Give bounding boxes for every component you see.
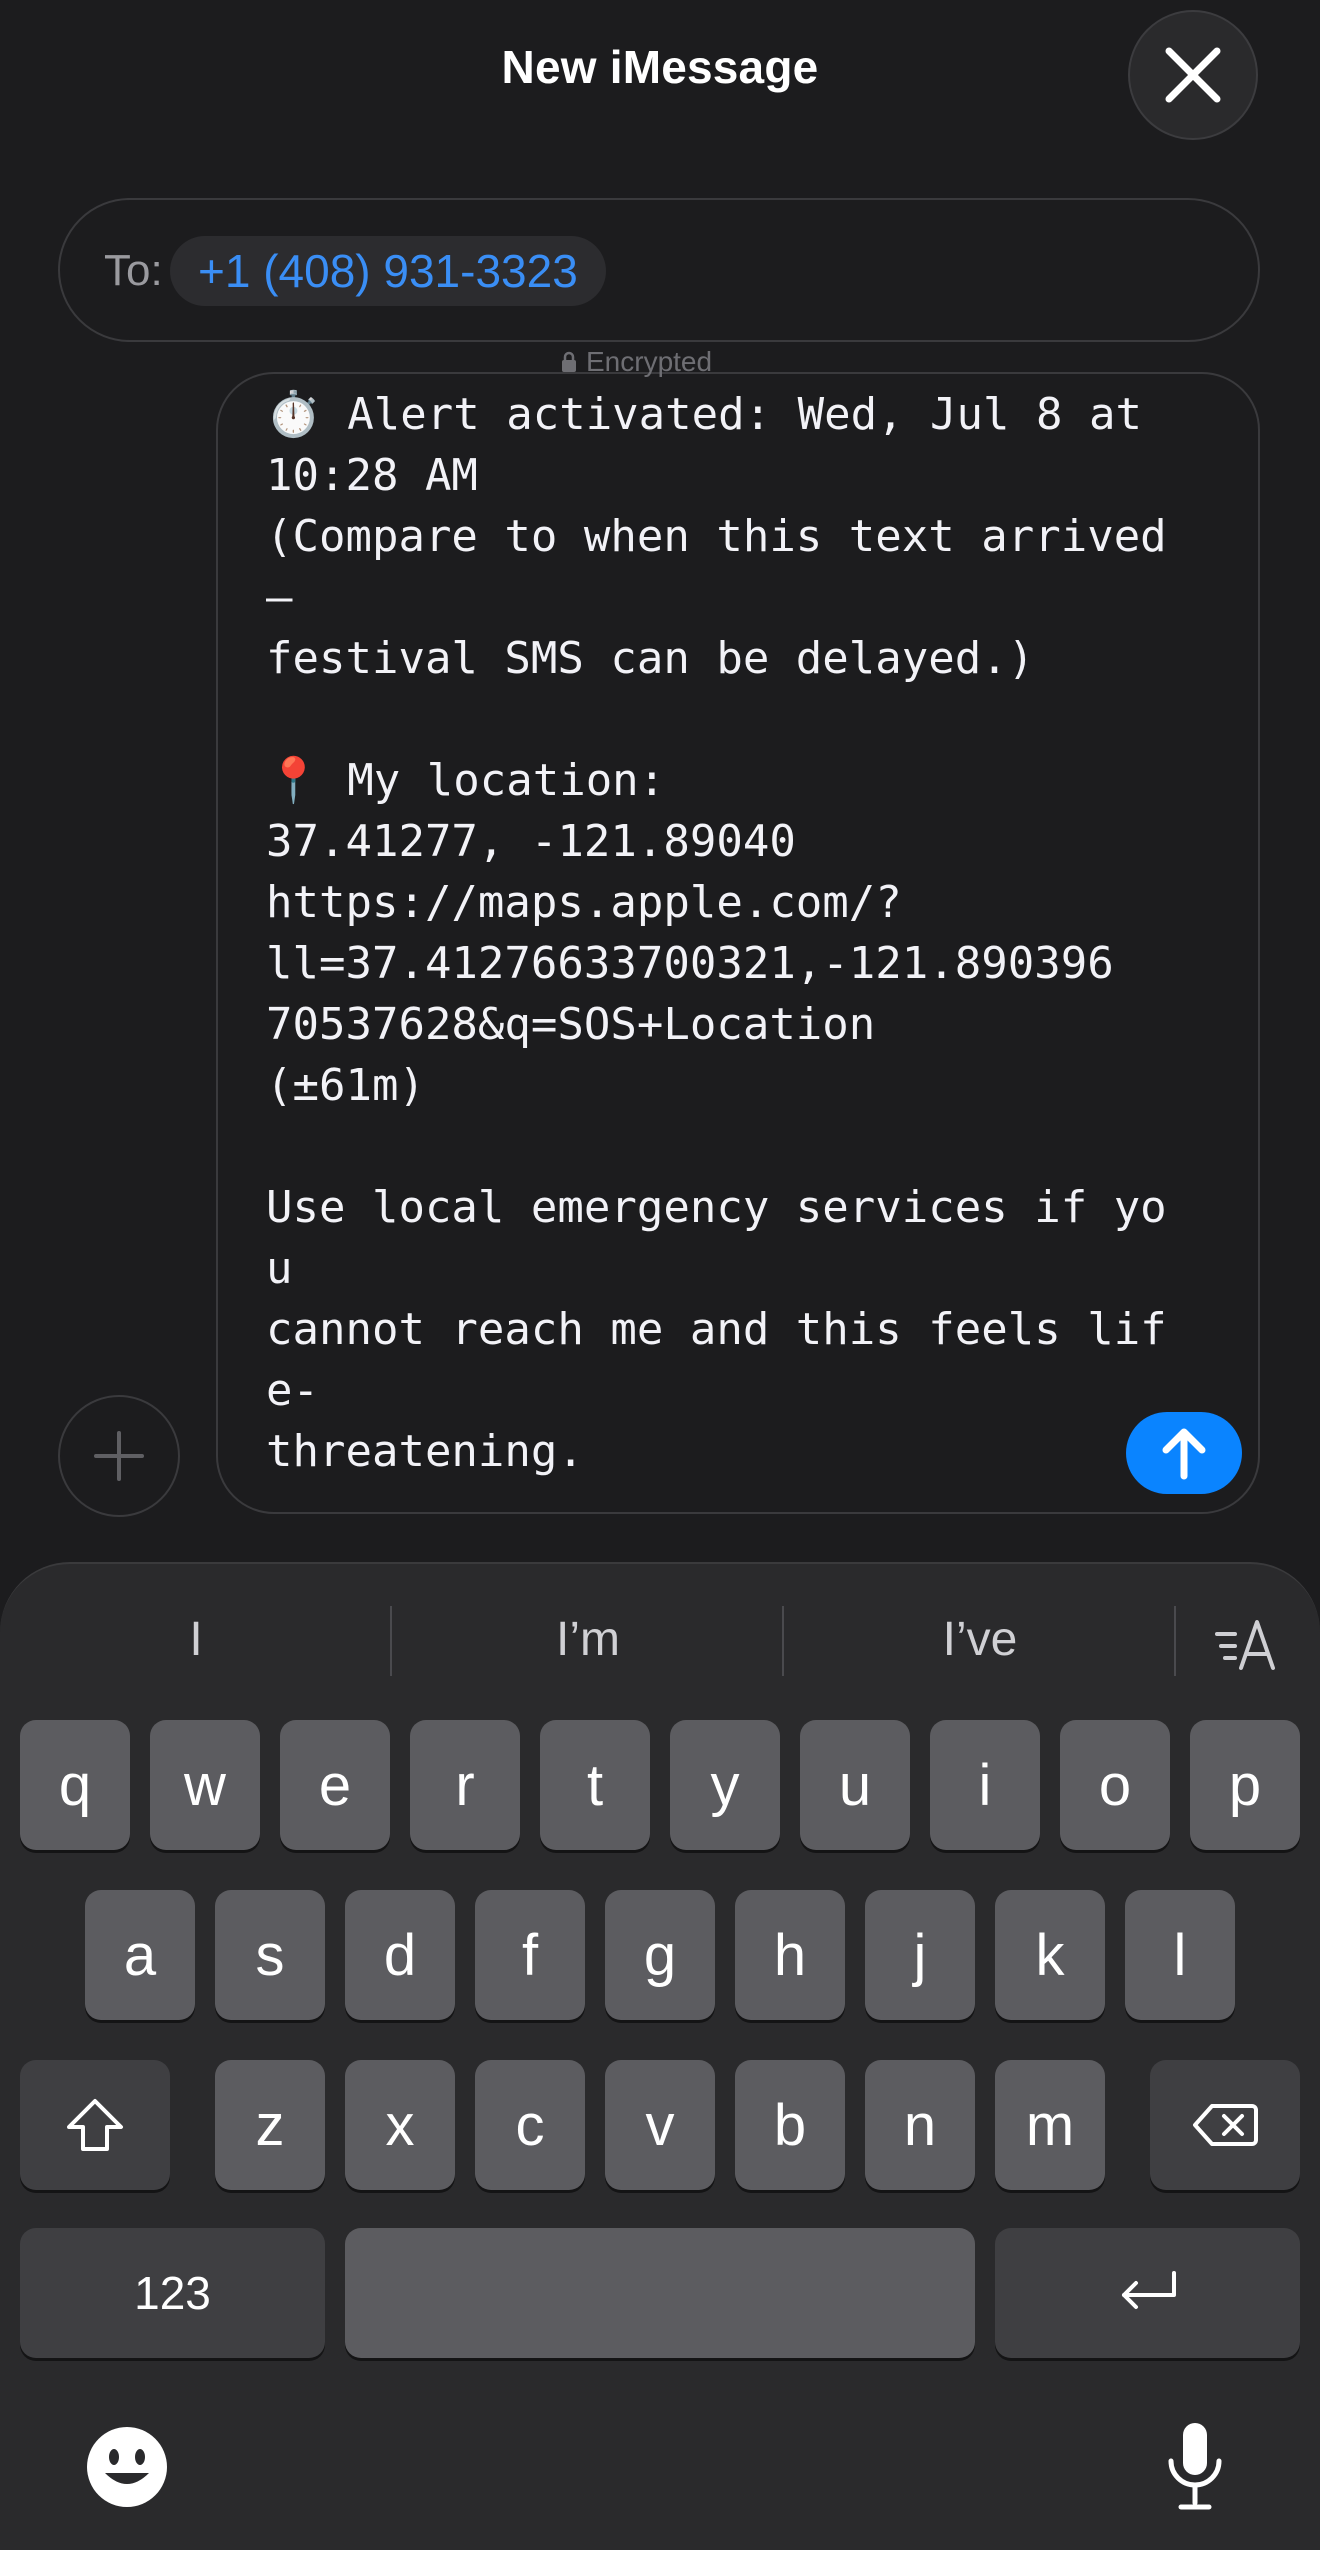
key-y[interactable]: y [670, 1720, 780, 1850]
return-icon [1121, 2271, 1176, 2309]
emoji-button[interactable] [72, 2412, 182, 2522]
key-l[interactable]: l [1125, 1890, 1235, 2020]
text-format-icon [1215, 1620, 1275, 1670]
key-u[interactable]: u [800, 1720, 910, 1850]
key-z[interactable]: z [215, 2060, 325, 2190]
close-button[interactable] [1128, 10, 1258, 140]
key-k[interactable]: k [995, 1890, 1105, 2020]
key-m[interactable]: m [995, 2060, 1105, 2190]
key-a[interactable]: a [85, 1890, 195, 2020]
page-title: New iMessage [501, 41, 819, 93]
suggestion-1[interactable]: I [0, 1594, 392, 1684]
key-x[interactable]: x [345, 2060, 455, 2190]
lock-icon [562, 351, 576, 372]
close-icon [1165, 47, 1221, 103]
key-j[interactable]: j [865, 1890, 975, 2020]
encrypted-indicator: Encrypted [560, 346, 712, 378]
key-d[interactable]: d [345, 1890, 455, 2020]
send-button[interactable] [1126, 1412, 1242, 1494]
recipient-field[interactable]: To: +1 (408) 931-3323 [58, 198, 1260, 342]
message-text[interactable]: security / medical staff nearby. — Me ⏱️… [266, 374, 1178, 1482]
key-w[interactable]: w [150, 1720, 260, 1850]
shift-key[interactable] [20, 2060, 170, 2190]
key-f[interactable]: f [475, 1890, 585, 2020]
key-e[interactable]: e [280, 1720, 390, 1850]
send-arrow-icon [1162, 1428, 1206, 1480]
key-n[interactable]: n [865, 2060, 975, 2190]
numbers-key[interactable]: 123 [20, 2228, 325, 2358]
space-key[interactable] [345, 2228, 975, 2358]
key-q[interactable]: q [20, 1720, 130, 1850]
shift-icon [67, 2099, 123, 2151]
key-o[interactable]: o [1060, 1720, 1170, 1850]
key-h[interactable]: h [735, 1890, 845, 2020]
imessage-compose-screen: New iMessage To: +1 (408) 931-3323 secur… [0, 0, 1320, 2550]
emoji-icon [87, 2427, 167, 2507]
dictation-button[interactable] [1140, 2412, 1250, 2522]
suggestion-3[interactable]: I’ve [784, 1594, 1176, 1684]
key-t[interactable]: t [540, 1720, 650, 1850]
to-label: To: [104, 246, 163, 295]
key-v[interactable]: v [605, 2060, 715, 2190]
recipient-chip[interactable]: +1 (408) 931-3323 [170, 236, 606, 306]
key-g[interactable]: g [605, 1890, 715, 2020]
delete-key[interactable] [1150, 2060, 1300, 2190]
text-format-button[interactable] [1200, 1604, 1296, 1684]
key-b[interactable]: b [735, 2060, 845, 2190]
suggestion-2[interactable]: I’m [392, 1594, 784, 1684]
add-attachment-button[interactable] [58, 1395, 180, 1517]
key-r[interactable]: r [410, 1720, 520, 1850]
key-s[interactable]: s [215, 1890, 325, 2020]
microphone-icon [1168, 2423, 1222, 2510]
message-input[interactable]: security / medical staff nearby. — Me ⏱️… [216, 372, 1260, 1514]
plus-icon [94, 1431, 144, 1481]
encrypted-label: Encrypted [586, 346, 713, 377]
suggestion-divider [1174, 1606, 1176, 1676]
key-p[interactable]: p [1190, 1720, 1300, 1850]
key-c[interactable]: c [475, 2060, 585, 2190]
key-i[interactable]: i [930, 1720, 1040, 1850]
keyboard: I I’m I’ve q w e r t y u i o p a s d f g [0, 1562, 1320, 2550]
delete-icon [1193, 2104, 1258, 2146]
return-key[interactable] [995, 2228, 1300, 2358]
